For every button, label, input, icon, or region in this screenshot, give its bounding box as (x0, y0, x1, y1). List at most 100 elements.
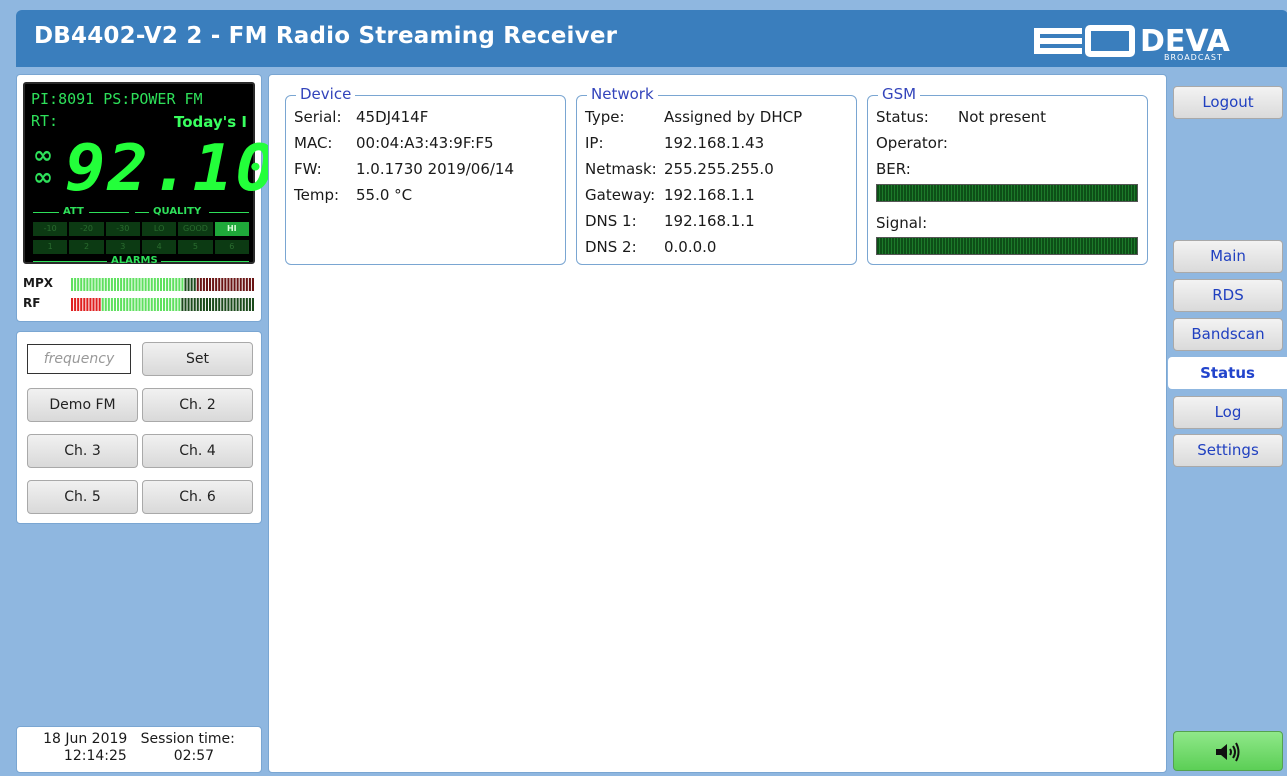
meter-segment (248, 298, 251, 311)
meter-segment (147, 298, 150, 311)
meter-segment (163, 278, 166, 291)
frequency-readout: 92.10 (65, 132, 278, 206)
meter-segment (178, 278, 181, 291)
nav-bandscan[interactable]: Bandscan (1173, 318, 1283, 351)
meter-segment (239, 278, 242, 291)
meter-segment (181, 298, 184, 311)
meter-segment (80, 278, 83, 291)
meter-segment (120, 298, 123, 311)
meter-segment (129, 278, 132, 291)
ip-label: IP: (585, 134, 604, 152)
meter-segment (92, 278, 95, 291)
meter-segment (159, 298, 162, 311)
channel-button-6[interactable]: Ch. 6 (142, 480, 253, 514)
meter-segment (104, 298, 107, 311)
temp-value: 55.0 °C (356, 186, 413, 204)
rf-label: RF (23, 296, 41, 310)
logo-subtext: BROADCAST (1164, 53, 1223, 62)
alarm-cell: 4 (141, 240, 177, 254)
att-label: ATT (63, 206, 84, 217)
status-content: Device Serial: 45DJ414F MAC: 00:04:A3:43:9… (268, 74, 1167, 773)
ber-label: BER: (876, 160, 911, 178)
page-title: DB4402-V2 2 - FM Radio Streaming Receive… (34, 23, 618, 49)
meter-segment (202, 298, 205, 311)
meter-segment (95, 298, 98, 311)
meter-segment (113, 298, 116, 311)
alarm-cell: 6 (214, 240, 249, 254)
channel-button-3[interactable]: Ch. 3 (27, 434, 138, 468)
nav-status[interactable]: Status (1168, 357, 1287, 389)
meter-segment (74, 278, 77, 291)
radio-text: Today's I (173, 113, 247, 131)
meter-segment (101, 278, 104, 291)
channel-button-demo-fm[interactable]: Demo FM (27, 388, 138, 422)
meter-segment (98, 278, 101, 291)
quality-cell: GOOD (178, 222, 213, 236)
meter-segment (236, 278, 239, 291)
meter-segment (77, 278, 80, 291)
meter-segment (101, 298, 104, 311)
tuning-panel: frequency Set Demo FM Ch. 2 Ch. 3 Ch. 4 … (16, 331, 262, 524)
network-legend: Network (587, 85, 658, 103)
nav-main[interactable]: Main (1173, 240, 1283, 273)
dns1-value: 192.168.1.1 (664, 212, 755, 230)
meter-segment (74, 298, 77, 311)
channel-button-5[interactable]: Ch. 5 (27, 480, 138, 514)
logout-button[interactable]: Logout (1173, 86, 1283, 119)
meter-segment (92, 298, 95, 311)
meter-segment (132, 298, 135, 311)
speaker-icon (1216, 742, 1240, 762)
meter-segment (153, 298, 156, 311)
meter-segment (117, 298, 120, 311)
meter-segment (221, 278, 224, 291)
current-time: 12:14:25 (63, 748, 127, 764)
meter-segment (199, 278, 202, 291)
nav-rds[interactable]: RDS (1173, 279, 1283, 312)
pi-label: PI: (31, 90, 59, 108)
meter-segment (193, 298, 196, 311)
frequency-input[interactable]: frequency (27, 344, 131, 374)
meter-segment (245, 278, 248, 291)
serial-value: 45DJ414F (356, 108, 429, 126)
operator-label: Operator: (876, 134, 948, 152)
meter-segment (104, 278, 107, 291)
mpx-label: MPX (23, 276, 53, 290)
meter-segment (107, 278, 110, 291)
type-label: Type: (585, 108, 625, 126)
meter-segment (178, 298, 181, 311)
rt-label: RT: (31, 112, 59, 130)
meter-segment (86, 298, 89, 311)
meter-segment (227, 278, 230, 291)
alarm-cell: 3 (105, 240, 140, 254)
set-frequency-button[interactable]: Set (142, 342, 253, 376)
gateway-label: Gateway: (585, 186, 656, 204)
channel-button-4[interactable]: Ch. 4 (142, 434, 253, 468)
gsm-legend: GSM (878, 85, 921, 103)
device-fieldset: Device Serial: 45DJ414F MAC: 00:04:A3:43:9… (285, 85, 566, 265)
meter-segment (242, 278, 245, 291)
att-cell: -20 (69, 222, 104, 236)
nav-settings[interactable]: Settings (1173, 434, 1283, 467)
channel-button-2[interactable]: Ch. 2 (142, 388, 253, 422)
meter-segment (248, 278, 251, 291)
nav-log[interactable]: Log (1173, 396, 1283, 429)
meter-segment (141, 298, 144, 311)
radio-display-panel: PI:8091 PS:POWER FM RT: Today's I ∞ ∞ 92.… (16, 74, 276, 322)
meter-segment (71, 278, 74, 291)
meter-segment (113, 278, 116, 291)
att-cell: -30 (105, 222, 140, 236)
meter-segment (141, 278, 144, 291)
session-label: Session time: (140, 731, 235, 747)
meter-segment (196, 298, 199, 311)
alarm-cell: 5 (178, 240, 213, 254)
fw-label: FW: (294, 160, 322, 178)
rf-meter-row: RF (23, 296, 257, 311)
meter-segment (187, 298, 190, 311)
meter-segment (159, 278, 162, 291)
meter-segment (175, 298, 178, 311)
mac-value: 00:04:A3:43:9F:F5 (356, 134, 494, 152)
audio-button[interactable] (1173, 731, 1283, 771)
quality-label: QUALITY (153, 206, 202, 217)
meter-segment (83, 298, 86, 311)
meter-segment (123, 298, 126, 311)
